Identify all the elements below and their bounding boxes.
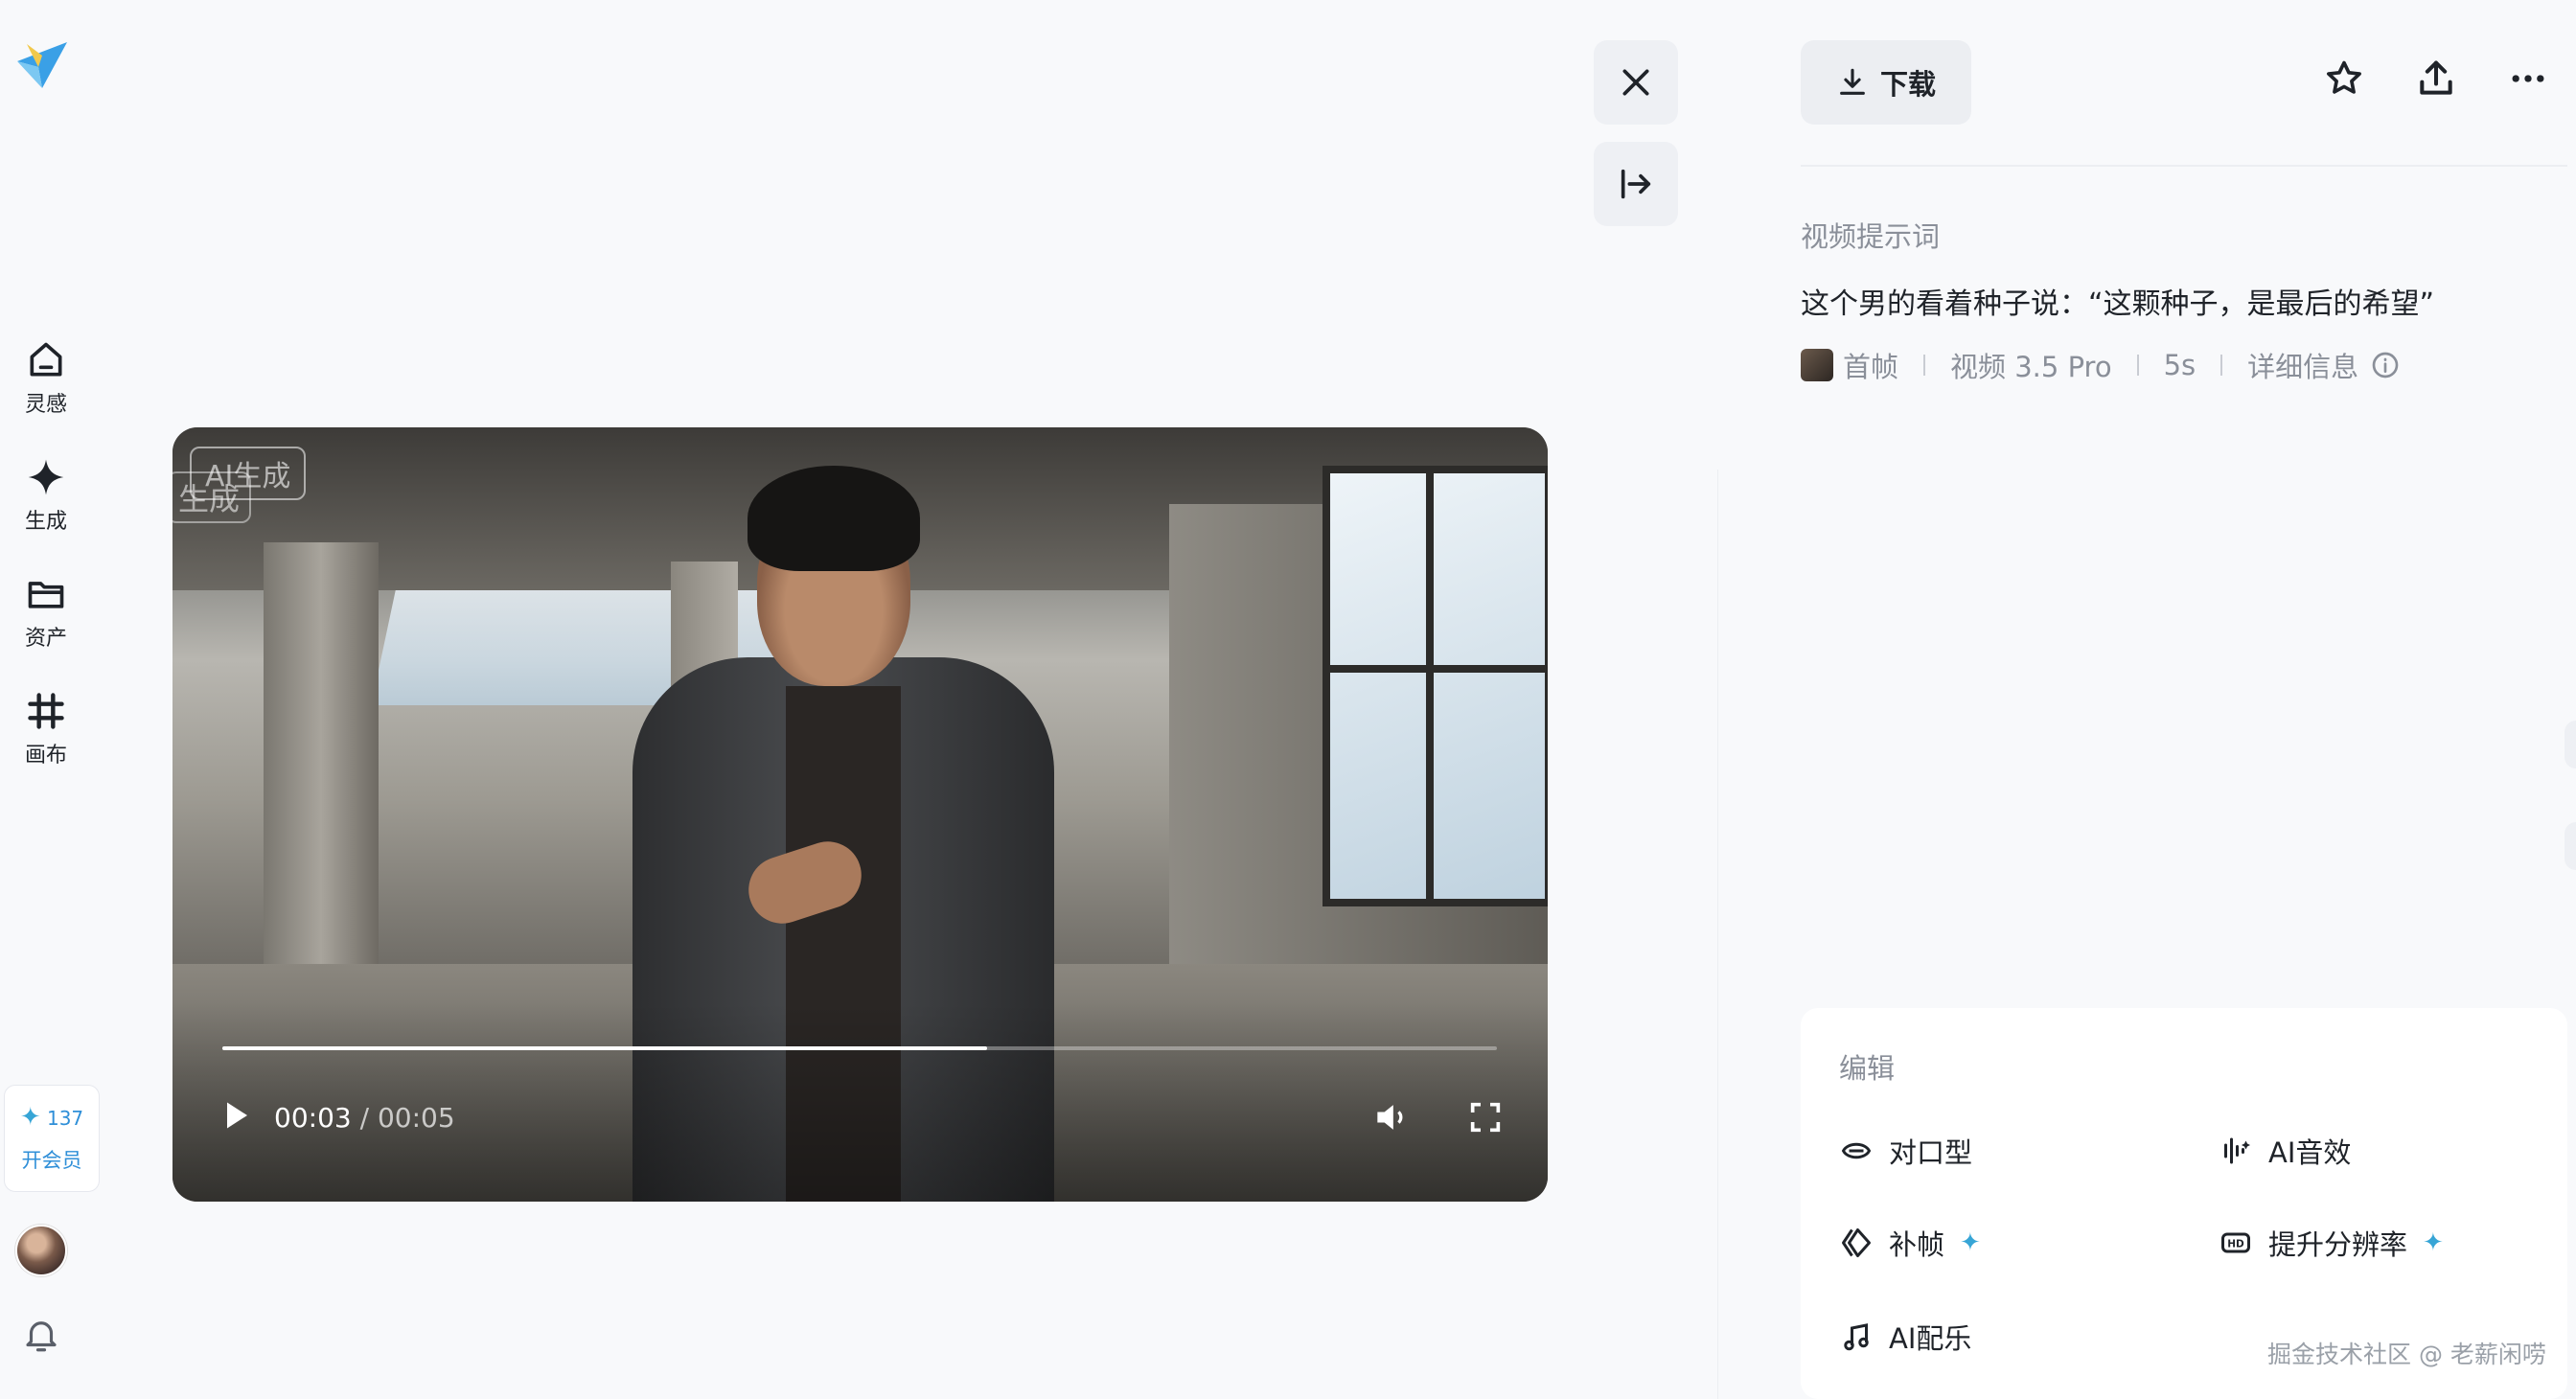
premium-sparkle-icon: ✦ [1960, 1228, 1981, 1257]
sparkle-icon: ✦ [19, 1103, 41, 1132]
nav-item-label: 灵感 [24, 393, 67, 417]
edit-ai-music[interactable]: AI配乐 [1839, 1317, 1971, 1357]
info-icon[interactable] [2370, 350, 2401, 380]
meta-first-frame: 首帧 [1843, 351, 1899, 383]
fullscreen-icon [1470, 1102, 1501, 1133]
prompt-text: 这个男的看着种子说：“这颗种子，是最后的希望” [1801, 287, 2435, 321]
nav-item-assets[interactable]: 资产 [0, 573, 92, 652]
download-icon [1840, 68, 1865, 95]
folder-icon [28, 582, 64, 608]
play-icon [227, 1102, 247, 1129]
collapse-panel-button[interactable] [1594, 142, 1678, 226]
volume-icon [1377, 1105, 1403, 1130]
video-time: 00:03 / 00:05 [274, 1102, 455, 1134]
meta-duration: 5s [2163, 349, 2196, 381]
membership-button[interactable]: ✦ 137 开会员 [4, 1085, 100, 1192]
video-progress-bar[interactable] [222, 1046, 1497, 1050]
lip-sync-icon [1841, 1142, 1872, 1159]
volume-button[interactable] [1370, 1096, 1413, 1142]
logo-icon [17, 42, 67, 88]
total-time: 00:05 [377, 1102, 455, 1134]
frame-interpolation-icon [1842, 1228, 1871, 1257]
arrow-right-bar-icon [1621, 169, 1651, 199]
edge-handle[interactable] [2564, 822, 2576, 870]
svg-text:HD: HD [2227, 1239, 2244, 1250]
bell-icon [26, 1321, 57, 1352]
edge-handle[interactable] [2564, 721, 2576, 768]
download-label: 下载 [1879, 68, 1936, 101]
left-nav: 灵感 生成 资产 画布 ✦ 137 开会员 [0, 0, 100, 1399]
video-player[interactable]: AI生成 生成 00:03 / 00:05 [172, 427, 1548, 1202]
ai-generated-watermark-secondary: 生成 [172, 471, 252, 523]
nav-item-label: 生成 [24, 510, 67, 534]
nav-item-canvas[interactable]: 画布 [0, 690, 92, 768]
share-icon [2420, 60, 2452, 95]
avatar[interactable] [15, 1225, 67, 1276]
source-watermark: 掘金技术社区 @ 老薪闲唠 [2267, 1341, 2546, 1368]
close-icon [1622, 69, 1649, 96]
share-button[interactable] [2415, 57, 2457, 103]
star-icon [2327, 60, 2361, 94]
edit-frame-interpolation[interactable]: 补帧 ✦ [1839, 1223, 1981, 1263]
favorite-button[interactable] [2323, 57, 2365, 103]
header-divider [1801, 165, 2567, 167]
more-icon [2512, 75, 2544, 82]
nav-item-inspiration[interactable]: 灵感 [0, 339, 92, 418]
edit-lip-sync[interactable]: 对口型 [1839, 1131, 1972, 1171]
nav-item-label: 画布 [24, 744, 67, 768]
membership-label: 开会员 [21, 1149, 82, 1172]
meta-model: 视频 3.5 Pro [1950, 351, 2112, 383]
app-logo[interactable] [13, 34, 71, 92]
nav-item-label: 资产 [24, 627, 67, 651]
nav-item-generate[interactable]: 生成 [0, 456, 92, 535]
video-meta: 首帧 视频 3.5 Pro 5s 详细信息 [1801, 345, 2401, 385]
edit-upscale[interactable]: HD 提升分辨率 ✦ [2219, 1223, 2444, 1263]
close-button[interactable] [1594, 40, 1678, 125]
notification-button[interactable] [21, 1315, 61, 1359]
download-button[interactable]: 下载 [1801, 40, 1971, 125]
sparkle-icon [28, 459, 64, 495]
play-button[interactable] [218, 1098, 253, 1136]
edit-title: 编辑 [1839, 1052, 1896, 1085]
music-note-icon [1844, 1323, 1869, 1351]
fullscreen-button[interactable] [1466, 1098, 1505, 1140]
premium-sparkle-icon: ✦ [2423, 1228, 2444, 1257]
more-button[interactable] [2507, 57, 2549, 103]
hd-icon: HD [2221, 1232, 2250, 1253]
first-frame-thumbnail [1801, 349, 1833, 381]
prompt-label: 视频提示词 [1801, 220, 1941, 253]
current-time: 00:03 [274, 1102, 352, 1134]
canvas-icon [28, 693, 64, 729]
panel-divider [1717, 470, 1718, 1399]
home-icon [30, 342, 62, 377]
edit-ai-sound-effect[interactable]: AI音效 [2219, 1131, 2351, 1171]
meta-details-link[interactable]: 详细信息 [2247, 345, 2358, 385]
sound-effect-icon [2224, 1137, 2250, 1164]
video-progress-fill [222, 1046, 987, 1050]
credit-count: 137 [46, 1107, 84, 1130]
